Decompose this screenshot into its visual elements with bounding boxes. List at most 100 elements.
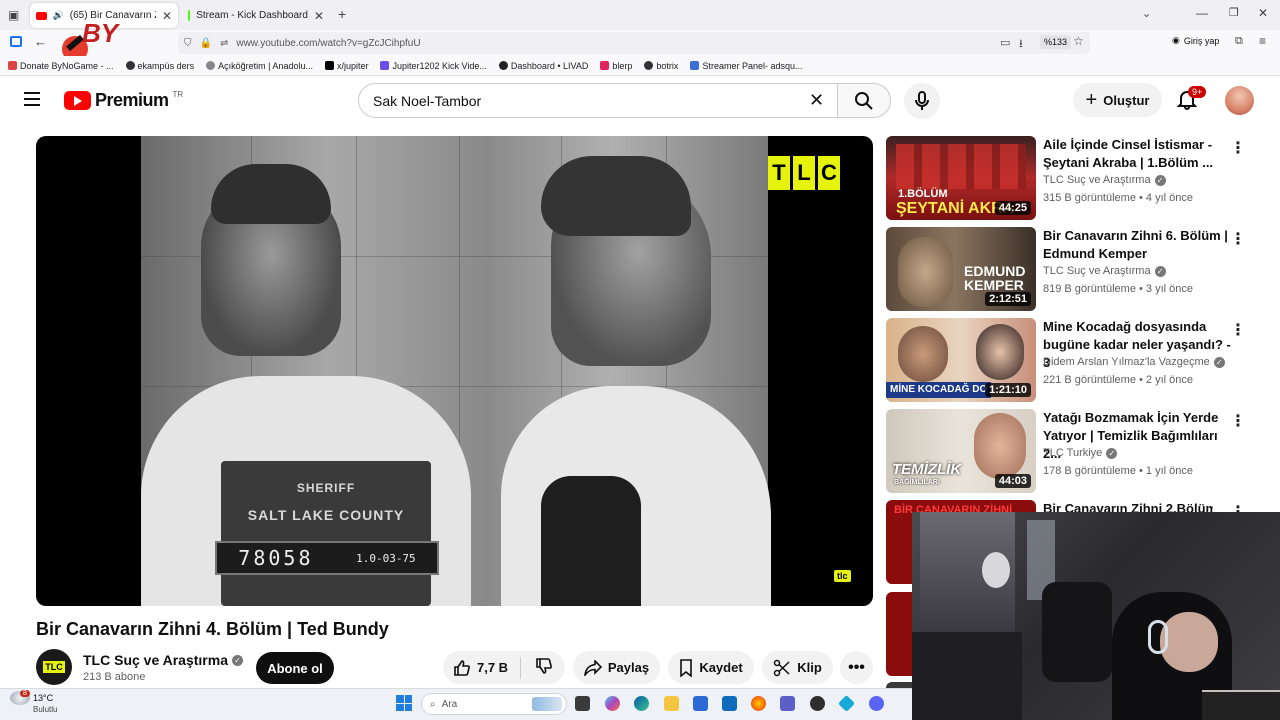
related-channel[interactable]: TLC Turkiye ✓ — [1043, 447, 1118, 459]
create-button[interactable]: + Oluştur — [1073, 83, 1162, 117]
bookmark-item[interactable]: Donate ByNoGame - ... — [8, 61, 114, 71]
more-vertical-icon[interactable]: ⋮ — [1230, 229, 1246, 249]
outlook-icon[interactable] — [722, 696, 737, 711]
taskbar-search-input[interactable]: ⌕ Ara — [421, 693, 567, 715]
copilot-icon[interactable] — [605, 696, 620, 711]
related-video[interactable]: TEMİZLİK BAĞIMLILARI 44:03 Yatağı Bozmam… — [886, 409, 1266, 493]
audio-icon[interactable]: 🔊 — [53, 10, 64, 21]
video-duration: 44:03 — [994, 474, 1031, 488]
verified-icon: ✓ — [1106, 447, 1118, 459]
close-window-icon[interactable]: ✕ — [1258, 6, 1268, 20]
new-tab-icon[interactable]: + — [338, 6, 346, 22]
channel-logo-text: TLC — [43, 661, 65, 673]
bookmark-item[interactable]: Streamer Panel- adsqu... — [690, 60, 803, 71]
webcam-bed — [912, 632, 1022, 720]
channel-avatar[interactable]: TLC — [36, 649, 72, 685]
related-title[interactable]: Aile İçinde Cinsel İstismar - Şeytani Ak… — [1043, 136, 1233, 172]
more-vertical-icon[interactable]: ⋮ — [1230, 320, 1246, 340]
url-text[interactable]: www.youtube.com/watch?v=gZcJCihpfuU — [236, 38, 420, 49]
hamburger-menu-icon[interactable] — [24, 92, 40, 106]
bookmark-item[interactable]: x/jupiter — [324, 61, 368, 71]
teams-icon[interactable] — [780, 696, 795, 711]
sidebar-icon[interactable] — [10, 36, 22, 47]
bookmark-item[interactable]: blerp — [600, 61, 632, 71]
related-title[interactable]: Bir Canavarın Zihni 6. Bölüm | Edmund Ke… — [1043, 227, 1233, 263]
search-icon: ⌕ — [430, 698, 436, 710]
zoom-level[interactable]: %133 — [1040, 35, 1072, 49]
tab-list-icon[interactable]: ▣ — [8, 8, 19, 22]
more-actions-button[interactable]: ••• — [840, 651, 873, 684]
related-channel[interactable]: TLC Suç ve Araştırma ✓ — [1043, 174, 1166, 186]
bookmark-label: Streamer Panel- adsqu... — [702, 60, 803, 71]
store-icon[interactable] — [693, 696, 708, 711]
bookmark-item[interactable]: Açıköğretim | Anadolu... — [206, 61, 313, 71]
more-vertical-icon[interactable]: ⋮ — [1230, 411, 1246, 431]
related-thumbnail[interactable]: 1.BÖLÜM ŞEYTANİ AKRA 44:25 — [886, 136, 1036, 220]
notifications-button[interactable]: 9+ — [1176, 86, 1207, 112]
video-player[interactable]: SHERIFF SALT LAKE COUNTY 78058 1.0-03-75… — [36, 136, 873, 606]
minimize-icon[interactable]: — — [1196, 6, 1208, 20]
bookmark-star-icon[interactable]: ☆ — [1073, 34, 1084, 48]
file-explorer-icon[interactable] — [664, 696, 679, 711]
shield-icon[interactable]: ⛉ — [184, 38, 192, 49]
hair-front — [211, 164, 331, 224]
related-thumbnail[interactable]: EDMUND KEMPER 2:12:51 — [886, 227, 1036, 311]
restore-icon[interactable]: ❐ — [1229, 6, 1239, 19]
search-value[interactable]: Sak Noel-Tambor — [373, 93, 481, 109]
related-thumbnail[interactable]: MİNE KOCADAĞ DO 1:21:10 — [886, 318, 1036, 402]
bookmark-item[interactable]: Dashboard • LIVAD — [498, 61, 588, 71]
close-tab-icon[interactable]: ✕ — [314, 9, 324, 23]
avatar[interactable] — [1225, 86, 1254, 115]
kick-favicon-icon — [188, 10, 191, 21]
extensions-icon[interactable]: ⧉ — [1235, 35, 1243, 48]
back-icon[interactable]: ← — [34, 34, 47, 49]
permissions-icon[interactable]: ⇌ — [220, 38, 228, 49]
task-view-icon[interactable] — [575, 696, 590, 711]
save-button[interactable]: Kaydet — [668, 651, 754, 684]
menu-icon[interactable]: ≡ — [1259, 34, 1266, 48]
bookmark-icon — [8, 61, 17, 70]
related-video[interactable]: 1.BÖLÜM ŞEYTANİ AKRA 44:25 Aile İçinde C… — [886, 136, 1266, 220]
voice-search-button[interactable] — [904, 83, 940, 119]
webcam-overlay — [912, 512, 1280, 720]
related-thumbnail[interactable]: TEMİZLİK BAĞIMLILARI 44:03 — [886, 409, 1036, 493]
share-button[interactable]: Paylaş — [573, 651, 660, 684]
video-frame: SHERIFF SALT LAKE COUNTY 78058 1.0-03-75 — [141, 136, 771, 606]
windows-start-icon[interactable] — [396, 695, 412, 711]
placard: SHERIFF SALT LAKE COUNTY 78058 1.0-03-75 — [215, 461, 439, 606]
youtube-premium-logo[interactable]: Premium TR — [64, 90, 183, 111]
obs-icon[interactable] — [810, 696, 825, 711]
bookmark-item[interactable]: botrix — [644, 61, 678, 71]
dislike-button[interactable] — [535, 657, 553, 678]
related-channel[interactable]: TLC Suç ve Araştırma ✓ — [1043, 265, 1166, 277]
edge-icon[interactable] — [634, 696, 649, 711]
close-tab-icon[interactable]: ✕ — [162, 9, 172, 23]
related-video[interactable]: EDMUND KEMPER 2:12:51 Bir Canavarın Zihn… — [886, 227, 1266, 311]
bookmark-label: blerp — [612, 60, 633, 71]
clear-search-icon[interactable]: ✕ — [809, 90, 824, 111]
download-icon[interactable]: ⭳ — [1019, 35, 1023, 54]
lock-icon[interactable]: 🔒 — [200, 38, 212, 49]
placard-line1: SHERIFF — [296, 481, 356, 495]
channel-name[interactable]: TLC Suç ve Araştırma — [83, 652, 228, 668]
address-bar[interactable]: ⛉ 🔒 ⇌ www.youtube.com/watch?v=gZcJCihpfu… — [178, 32, 1090, 54]
chevron-down-icon[interactable]: ⌄ — [1142, 7, 1151, 20]
webcam-plush — [982, 552, 1010, 588]
bookmark-label: Açıköğretim | Anadolu... — [218, 60, 313, 71]
search-input[interactable]: Sak Noel-Tambor ✕ — [358, 83, 838, 118]
bookmark-item[interactable]: Jupiter1202 Kick Vide... — [380, 61, 487, 71]
related-video[interactable]: MİNE KOCADAĞ DO 1:21:10 Mine Kocadağ dos… — [886, 318, 1266, 402]
discord-icon[interactable] — [869, 696, 884, 711]
signin-button[interactable]: ◉ Giriş yap — [1172, 35, 1219, 46]
pip-icon[interactable]: ▭ — [1000, 36, 1010, 49]
related-thumbnail[interactable] — [886, 592, 912, 676]
search-button[interactable] — [837, 83, 891, 118]
bookmark-item[interactable]: ekampüs ders — [125, 61, 194, 71]
firefox-icon[interactable] — [751, 696, 766, 711]
subscribe-button[interactable]: Abone ol — [256, 652, 334, 684]
clip-button[interactable]: Klip — [762, 651, 833, 684]
more-vertical-icon[interactable]: ⋮ — [1230, 138, 1246, 158]
related-channel[interactable]: Didem Arslan Yılmaz'la Vazgeçme ✓ — [1043, 356, 1225, 368]
tab-kick[interactable]: Stream - Kick Dashboard ✕ — [182, 3, 330, 28]
like-button[interactable]: 7,7 B — [453, 659, 508, 677]
